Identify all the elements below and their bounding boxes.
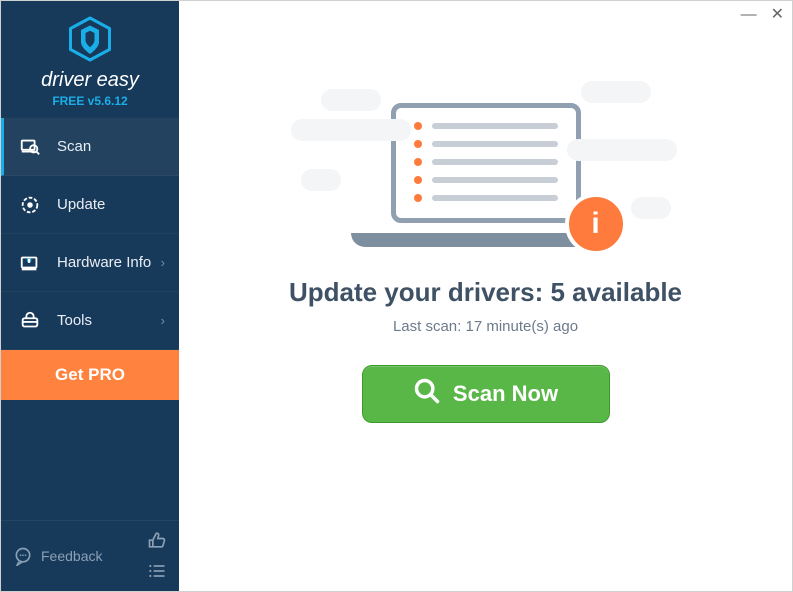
list-icon[interactable] (147, 561, 167, 581)
sidebar-item-update[interactable]: Update (1, 176, 179, 234)
feedback-button[interactable]: Feedback (13, 546, 102, 566)
window-controls: — ✕ (741, 7, 784, 23)
decorative-cloud (321, 89, 381, 111)
sidebar-item-label: Update (57, 196, 105, 213)
sidebar-item-tools[interactable]: Tools › (1, 292, 179, 350)
decorative-cloud (301, 169, 341, 191)
get-pro-button[interactable]: Get PRO (1, 350, 179, 400)
sidebar: driver easy FREE v5.6.12 Scan U (1, 1, 179, 591)
magnify-icon (413, 377, 441, 411)
scan-now-label: Scan Now (453, 381, 558, 407)
get-pro-label: Get PRO (55, 365, 125, 385)
tools-icon (17, 308, 43, 334)
sidebar-item-hardware-info[interactable]: i Hardware Info › (1, 234, 179, 292)
sidebar-footer: Feedback (1, 520, 179, 591)
sidebar-item-scan[interactable]: Scan (1, 118, 179, 176)
scan-now-button[interactable]: Scan Now (362, 365, 610, 423)
brand-version: FREE v5.6.12 (52, 94, 127, 108)
decorative-cloud (291, 119, 411, 141)
main-content: — ✕ i Update your drivers: 5 available L… (179, 1, 792, 591)
scan-illustration: i (331, 79, 641, 247)
decorative-cloud (567, 139, 677, 161)
update-icon (17, 192, 43, 218)
chevron-right-icon: › (161, 313, 165, 328)
feedback-label: Feedback (41, 548, 102, 564)
minimize-button[interactable]: — (741, 7, 757, 23)
last-scan-text: Last scan: 17 minute(s) ago (393, 318, 578, 335)
scan-icon (17, 134, 43, 160)
info-badge-icon: i (565, 193, 627, 255)
hardware-icon: i (17, 250, 43, 276)
chevron-right-icon: › (161, 255, 165, 270)
brand-logo-icon (66, 15, 114, 63)
brand-block: driver easy FREE v5.6.12 (1, 1, 179, 118)
sidebar-nav: Scan Update i Hardware Info › (1, 118, 179, 400)
sidebar-item-label: Tools (57, 312, 92, 329)
thumbs-up-icon[interactable] (147, 531, 167, 551)
brand-name: driver easy (41, 69, 139, 92)
close-button[interactable]: ✕ (771, 7, 784, 23)
decorative-cloud (631, 197, 671, 219)
feedback-icon (13, 546, 33, 566)
footer-icons (147, 531, 167, 581)
main-heading: Update your drivers: 5 available (289, 277, 682, 308)
sidebar-item-label: Scan (57, 138, 91, 155)
laptop-illustration-screen (391, 103, 581, 223)
info-badge-label: i (591, 207, 599, 241)
decorative-cloud (581, 81, 651, 103)
sidebar-item-label: Hardware Info (57, 254, 151, 271)
